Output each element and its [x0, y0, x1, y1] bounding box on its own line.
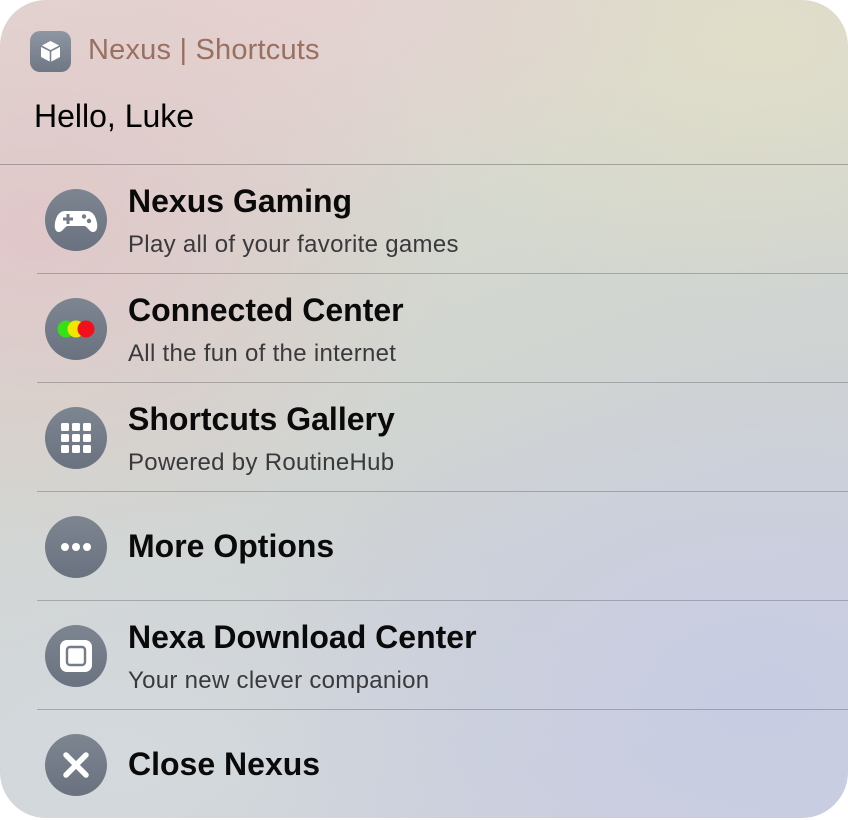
- shortcuts-menu-sheet: Nexus | Shortcuts Hello, Luke Nexus Gami…: [0, 0, 848, 818]
- close-icon: [45, 734, 107, 796]
- menu-item-nexa-download-center[interactable]: Nexa Download Center Your new clever com…: [0, 601, 848, 710]
- menu-item-subtitle: Powered by RoutineHub: [128, 449, 395, 476]
- menu-item-shortcuts-gallery[interactable]: Shortcuts Gallery Powered by RoutineHub: [0, 383, 848, 492]
- traffic-dots-icon: [45, 298, 107, 360]
- menu-item-close-nexus[interactable]: Close Nexus: [0, 710, 848, 818]
- menu-item-title: Shortcuts Gallery: [128, 401, 395, 437]
- menu-item-more-options[interactable]: More Options: [0, 492, 848, 601]
- gamepad-icon: [45, 189, 107, 251]
- menu-item-title: Nexus Gaming: [128, 183, 353, 219]
- menu-item-subtitle: Play all of your favorite games: [128, 231, 459, 258]
- menu-header: Nexus | Shortcuts Hello, Luke: [0, 0, 848, 165]
- menu-item-connected-center[interactable]: Connected Center All the fun of the inte…: [0, 274, 848, 383]
- app-title: Nexus | Shortcuts: [88, 34, 320, 66]
- ellipsis-icon: [45, 516, 107, 578]
- menu-item-title: Close Nexus: [128, 746, 321, 782]
- cube-icon: [30, 31, 71, 72]
- menu-item-title: Connected Center: [128, 292, 404, 328]
- menu-item-subtitle: All the fun of the internet: [128, 340, 397, 367]
- menu-item-subtitle: Your new clever companion: [128, 667, 430, 694]
- menu-item-title: Nexa Download Center: [128, 619, 477, 655]
- greeting-text: Hello, Luke: [34, 98, 195, 134]
- menu-item-title: More Options: [128, 528, 335, 564]
- menu-item-nexus-gaming[interactable]: Nexus Gaming Play all of your favorite g…: [0, 165, 848, 274]
- grid-icon: [45, 407, 107, 469]
- square-icon: [45, 625, 107, 687]
